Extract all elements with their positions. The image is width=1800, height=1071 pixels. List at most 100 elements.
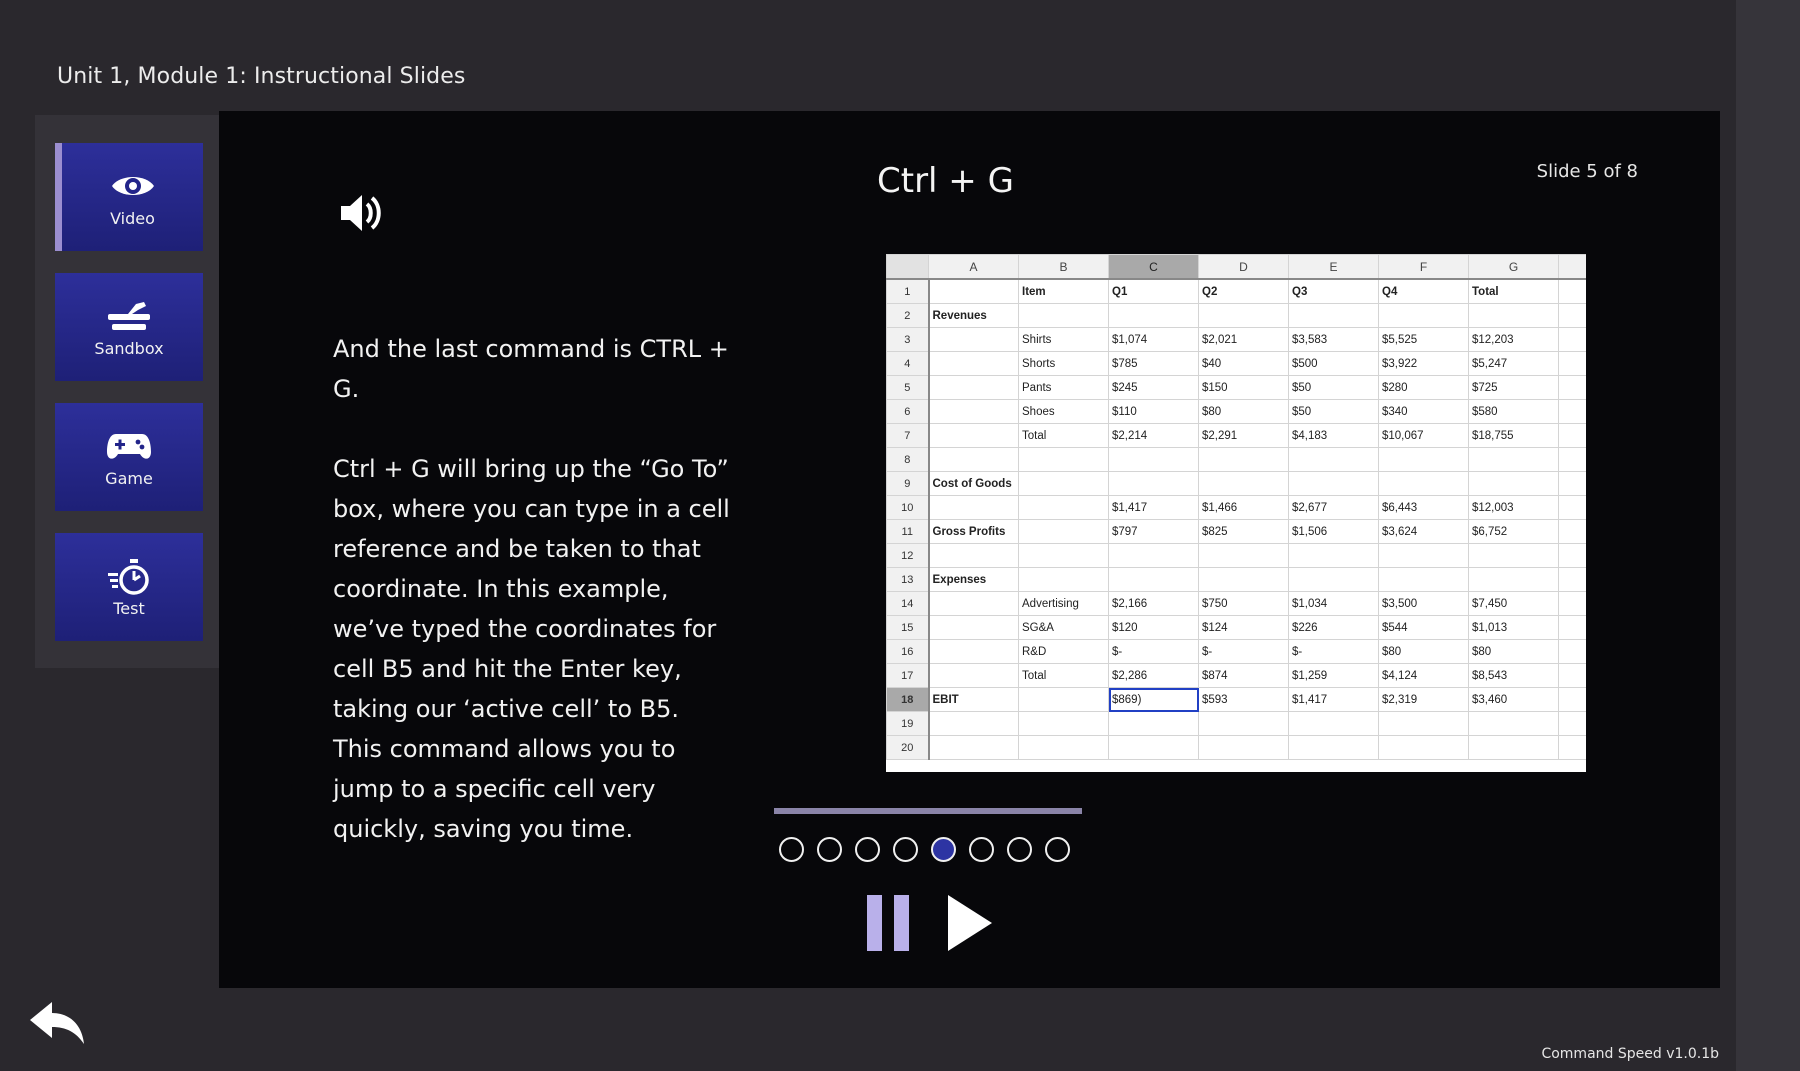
table-cell [1018,495,1109,520]
table-cell: $1,417 [1288,687,1379,712]
table-cell [1378,303,1469,328]
table-cell [928,351,1019,376]
column-header [1558,254,1586,280]
table-cell [1558,735,1586,760]
table-row: 4 Shorts $785 $40 $500 $3,922 $5,247 [886,351,1586,376]
speaker-icon[interactable] [337,189,385,237]
row-number: 14 [886,591,930,616]
table-cell: $500 [1288,351,1379,376]
table-cell [1558,687,1586,712]
slide-stage: Ctrl + G Slide 5 of 8 And the last comma… [219,111,1720,988]
row-number: 17 [886,663,930,688]
table-cell: $10,067 [1378,423,1469,448]
table-cell [928,423,1019,448]
back-button[interactable] [28,1000,86,1048]
play-button[interactable] [946,895,994,951]
table-cell: $8,543 [1468,663,1559,688]
slide-dot-6[interactable] [969,837,994,862]
table-cell [928,639,1019,664]
table-cell: $4,183 [1288,423,1379,448]
table-cell [1108,567,1199,592]
row-number: 9 [886,471,930,496]
sidebar-item-sandbox[interactable]: Sandbox [55,273,203,381]
back-arrow-icon [30,1002,84,1044]
table-cell [1468,543,1559,568]
table-row: 20 [886,735,1586,760]
slide-dot-1[interactable] [779,837,804,862]
table-cell: $1,074 [1108,327,1199,352]
table-cell: $5,525 [1378,327,1469,352]
table-cell [1558,423,1586,448]
column-header: E [1288,254,1379,280]
row-number: 15 [886,615,930,640]
row-number: 20 [886,735,930,760]
slide-dot-8[interactable] [1045,837,1070,862]
row-number: 7 [886,423,930,448]
sidebar-item-game[interactable]: Game [55,403,203,511]
table-cell [1468,735,1559,760]
column-header: D [1198,254,1289,280]
table-cell: $2,319 [1378,687,1469,712]
table-cell: $3,500 [1378,591,1469,616]
page-title: Unit 1, Module 1: Instructional Slides [57,64,466,89]
table-cell [1558,711,1586,736]
table-cell [1558,351,1586,376]
active-cell: $869) [1108,687,1199,712]
table-cell: $593 [1198,687,1289,712]
table-cell: Total [1018,663,1109,688]
table-cell [1468,303,1559,328]
table-cell: $5,247 [1468,351,1559,376]
table-row: 2 Revenues [886,303,1586,328]
table-row: 10 $1,417 $1,466 $2,677 $6,443 $12,003 [886,495,1586,520]
table-cell: Q3 [1288,278,1379,304]
table-cell [1198,543,1289,568]
table-cell: $3,583 [1288,327,1379,352]
row-number: 3 [886,327,930,352]
slide-dot-3[interactable] [855,837,880,862]
table-cell [1558,495,1586,520]
table-cell [1018,471,1109,496]
slide-dot-7[interactable] [1007,837,1032,862]
slide-dot-4[interactable] [893,837,918,862]
slide-dot-2[interactable] [817,837,842,862]
table-cell [1198,735,1289,760]
table-cell [1558,615,1586,640]
pause-button[interactable] [867,895,911,951]
table-cell: $1,259 [1288,663,1379,688]
table-cell: Revenues [928,303,1019,328]
table-cell [1288,471,1379,496]
column-header: G [1468,254,1559,280]
sidebar-item-test[interactable]: Test [55,533,203,641]
table-cell: R&D [1018,639,1109,664]
table-cell [928,495,1019,520]
table-row: 6 Shoes $110 $80 $50 $340 $580 [886,399,1586,424]
gamepad-icon [106,427,152,465]
table-cell [1288,447,1379,472]
slide-dot-5[interactable] [931,837,956,862]
row-number: 1 [886,278,930,304]
table-cell: Gross Profits [928,519,1019,544]
table-cell: $2,291 [1198,423,1289,448]
table-cell [1378,735,1469,760]
table-cell: Total [1018,423,1109,448]
table-cell: $18,755 [1468,423,1559,448]
slide-pagination [779,837,1070,862]
table-row: 14 Advertising $2,166 $750 $1,034 $3,500 $7,45… [886,591,1586,616]
table-row: 5 Pants $245 $150 $50 $280 $725 [886,375,1586,400]
row-number: 8 [886,447,930,472]
table-cell: $110 [1108,399,1199,424]
table-cell: $50 [1288,375,1379,400]
table-row: 1 Item Q1 Q2 Q3 Q4 Total [886,278,1586,304]
slide-progress-bar [774,808,1082,814]
table-cell: Total [1468,278,1559,304]
table-cell [1108,543,1199,568]
table-cell [1108,303,1199,328]
table-cell: $280 [1378,375,1469,400]
table-cell [928,447,1019,472]
sidebar-item-video[interactable]: Video [55,143,203,251]
row-number: 12 [886,543,930,568]
table-cell: $1,013 [1468,615,1559,640]
right-edge-strip [1736,0,1800,1071]
slide-paragraph: And the last command is CTRL + G. [333,335,729,403]
table-cell [1378,567,1469,592]
